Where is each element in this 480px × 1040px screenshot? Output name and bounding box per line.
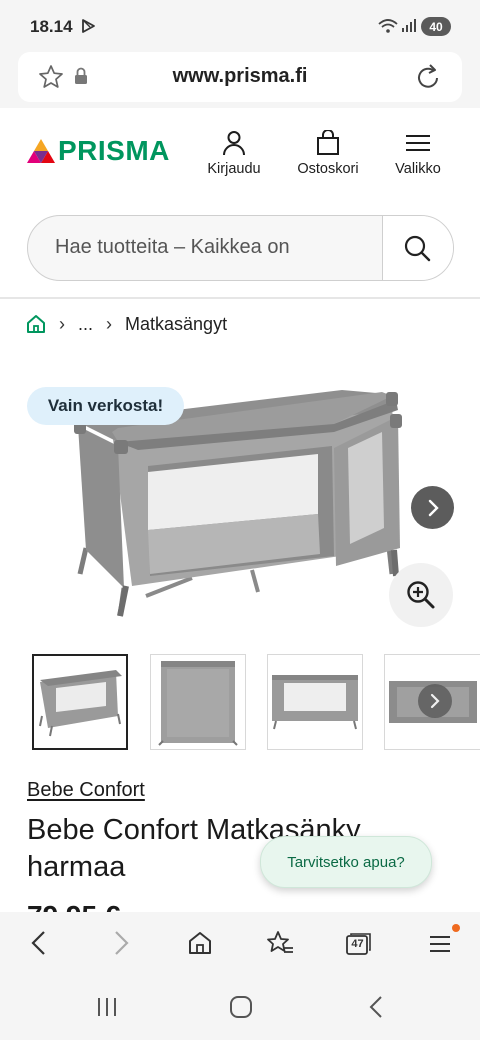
cart-label: Ostoskori	[297, 161, 359, 177]
wifi-icon	[378, 19, 398, 33]
zoom-in-icon	[407, 581, 435, 609]
notification-dot	[452, 924, 460, 932]
breadcrumb-current[interactable]: Matkasängyt	[125, 314, 227, 335]
prisma-logo[interactable]: PRISMA	[26, 135, 170, 166]
product-brand-link[interactable]: Bebe Confort	[27, 779, 145, 802]
reload-icon[interactable]	[416, 63, 442, 91]
help-chat-button[interactable]: Tarvitsetko apua?	[260, 836, 432, 888]
chevron-right-icon	[428, 499, 439, 517]
breadcrumb: › ... › Matkasängyt	[26, 312, 227, 336]
home-icon[interactable]	[26, 314, 46, 334]
chevron-right-icon: ›	[106, 313, 113, 334]
recent-apps-icon[interactable]	[96, 996, 118, 1018]
home-button-icon[interactable]	[229, 995, 253, 1019]
breadcrumb-ellipsis[interactable]: ...	[78, 314, 93, 335]
thumbnail-image	[158, 661, 238, 746]
prisma-logo-mark	[27, 139, 55, 163]
search-button[interactable]	[382, 216, 453, 280]
clock: 18.14	[30, 17, 73, 36]
search-input[interactable]: Hae tuotteita – Kaikkea on	[55, 236, 290, 259]
bookmarks-icon[interactable]	[266, 930, 294, 956]
tabs-button[interactable]: 47	[346, 932, 371, 955]
tab-count: 47	[351, 938, 364, 950]
thumbnail-image	[39, 670, 122, 737]
back-icon[interactable]	[368, 995, 384, 1019]
shopping-bag-icon	[317, 130, 339, 155]
search-icon	[404, 235, 431, 262]
bookmark-star-icon[interactable]	[38, 64, 64, 90]
search-bar[interactable]: Hae tuotteita – Kaikkea on	[27, 215, 454, 281]
system-navigation-bar	[0, 976, 480, 1040]
image-next-button[interactable]	[411, 486, 454, 529]
back-arrow-icon[interactable]	[30, 930, 48, 956]
online-only-badge: Vain verkosta!	[27, 387, 184, 425]
thumbnail-next-button[interactable]	[418, 684, 452, 718]
hamburger-menu-icon	[406, 135, 430, 151]
status-bar: 18.14 40	[0, 0, 480, 52]
login-label: Kirjaudu	[207, 161, 261, 177]
thumbnail-3[interactable]	[267, 654, 363, 750]
thumbnail-image	[272, 675, 358, 730]
browser-bottom-bar: 47	[0, 912, 480, 976]
cart-button[interactable]: Ostoskori	[283, 130, 373, 177]
hamburger-menu-icon[interactable]	[429, 934, 451, 954]
user-icon	[223, 131, 245, 156]
header-divider	[0, 297, 480, 299]
chevron-right-icon: ›	[59, 313, 65, 334]
forward-arrow-icon[interactable]	[112, 930, 130, 956]
menu-label: Valikko	[395, 161, 441, 177]
zoom-button[interactable]	[389, 563, 453, 627]
menu-button[interactable]: Valikko	[373, 130, 463, 177]
thumbnail-2[interactable]	[150, 654, 246, 750]
address-bar[interactable]: www.prisma.fi	[18, 52, 462, 102]
battery-indicator: 40	[421, 17, 451, 36]
logo-text: PRISMA	[58, 135, 170, 166]
login-button[interactable]: Kirjaudu	[189, 130, 279, 177]
lock-icon	[75, 67, 87, 84]
play-store-icon	[82, 19, 95, 33]
home-icon[interactable]	[187, 930, 213, 956]
signal-icon	[402, 19, 416, 32]
thumbnail-1[interactable]	[32, 654, 128, 750]
chevron-right-icon	[430, 693, 440, 709]
